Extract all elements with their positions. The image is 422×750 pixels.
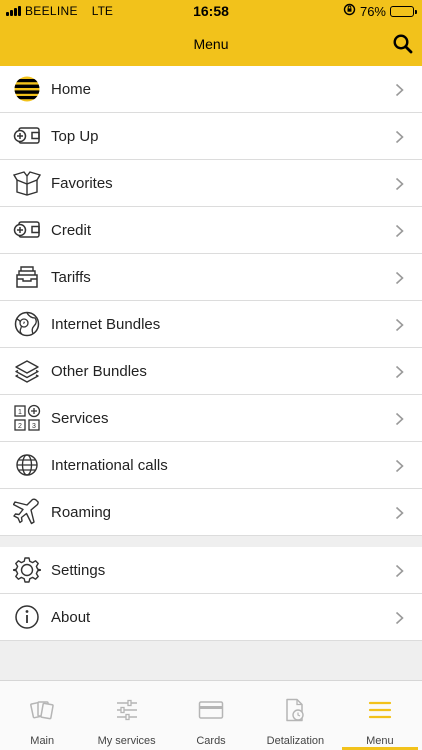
secondary-menu-list: Settings About bbox=[0, 547, 422, 641]
gift-box-icon bbox=[13, 169, 41, 197]
status-bar: BEELINE LTE 16:58 76% bbox=[0, 0, 422, 22]
menu-list: Home Top Up Favorites Credit Tariffs Int bbox=[0, 66, 422, 536]
menu-item-label: Home bbox=[51, 80, 92, 98]
chevron-right-icon bbox=[395, 365, 404, 379]
menu-item-label: Roaming bbox=[51, 503, 112, 521]
tab-label: Detalization bbox=[266, 735, 325, 747]
chevron-right-icon bbox=[395, 130, 404, 144]
chevron-right-icon bbox=[395, 83, 404, 97]
chevron-right-icon bbox=[395, 564, 404, 578]
page-title: Menu bbox=[193, 36, 229, 52]
tab-label: My services bbox=[97, 735, 156, 747]
menu-item-home[interactable]: Home bbox=[0, 66, 422, 113]
airplane-icon bbox=[13, 498, 41, 526]
menu-item-tariffs[interactable]: Tariffs bbox=[0, 254, 422, 301]
svg-text:2: 2 bbox=[18, 423, 22, 430]
menu-item-settings[interactable]: Settings bbox=[0, 547, 422, 594]
chevron-right-icon bbox=[395, 459, 404, 473]
beeline-logo-icon bbox=[13, 75, 41, 103]
search-icon[interactable] bbox=[392, 33, 414, 55]
globe-icon bbox=[13, 451, 41, 479]
wallet-plus-icon bbox=[13, 122, 41, 150]
sliders-icon bbox=[114, 697, 140, 723]
info-icon bbox=[13, 603, 41, 631]
menu-item-internet-bundles[interactable]: Internet Bundles bbox=[0, 301, 422, 348]
menu-item-about[interactable]: About bbox=[0, 594, 422, 641]
document-clock-icon bbox=[282, 697, 308, 723]
globe-network-icon bbox=[13, 310, 41, 338]
wallet-plus-icon bbox=[13, 216, 41, 244]
menu-item-label: Credit bbox=[51, 221, 92, 239]
menu-item-label: Settings bbox=[51, 561, 106, 579]
menu-item-roaming[interactable]: Roaming bbox=[0, 489, 422, 536]
orientation-lock-icon bbox=[343, 3, 356, 19]
services-grid-icon: 1 2 3 bbox=[13, 404, 41, 432]
cards-icon bbox=[29, 697, 55, 723]
svg-text:1: 1 bbox=[18, 409, 22, 416]
menu-item-label: Services bbox=[51, 409, 109, 427]
menu-item-label: Top Up bbox=[51, 127, 99, 145]
status-right: 76% bbox=[343, 3, 417, 19]
battery-icon bbox=[390, 5, 417, 17]
tab-cards[interactable]: Cards bbox=[169, 681, 253, 750]
tab-label: Cards bbox=[196, 735, 226, 747]
menu-item-other-bundles[interactable]: Other Bundles bbox=[0, 348, 422, 395]
menu-item-credit[interactable]: Credit bbox=[0, 207, 422, 254]
chevron-right-icon bbox=[395, 318, 404, 332]
menu-item-label: Other Bundles bbox=[51, 362, 147, 380]
svg-text:3: 3 bbox=[32, 423, 36, 430]
menu-item-label: International calls bbox=[51, 456, 168, 474]
menu-item-favorites[interactable]: Favorites bbox=[0, 160, 422, 207]
menu-item-label: Tariffs bbox=[51, 268, 91, 286]
gear-icon bbox=[13, 556, 41, 584]
menu-item-services[interactable]: 1 2 3 Services bbox=[0, 395, 422, 442]
tab-label: Menu bbox=[366, 735, 394, 747]
credit-card-icon bbox=[198, 697, 224, 723]
chevron-right-icon bbox=[395, 224, 404, 238]
chevron-right-icon bbox=[395, 506, 404, 520]
chevron-right-icon bbox=[395, 412, 404, 426]
tab-bar: Main My services Cards Detalization Menu bbox=[0, 680, 422, 750]
hamburger-icon bbox=[367, 697, 393, 723]
tab-menu[interactable]: Menu bbox=[338, 681, 422, 750]
header: Menu bbox=[0, 22, 422, 66]
tab-detalization[interactable]: Detalization bbox=[253, 681, 337, 750]
tab-my-services[interactable]: My services bbox=[84, 681, 168, 750]
chevron-right-icon bbox=[395, 271, 404, 285]
menu-item-label: About bbox=[51, 608, 91, 626]
chevron-right-icon bbox=[395, 611, 404, 625]
battery-percent: 76% bbox=[359, 3, 386, 19]
tab-main[interactable]: Main bbox=[0, 681, 84, 750]
menu-item-international-calls[interactable]: International calls bbox=[0, 442, 422, 489]
layers-icon bbox=[13, 357, 41, 385]
tab-label: Main bbox=[30, 735, 55, 747]
menu-item-label: Favorites bbox=[51, 174, 113, 192]
menu-item-top-up[interactable]: Top Up bbox=[0, 113, 422, 160]
tray-icon bbox=[13, 263, 41, 291]
menu-item-label: Internet Bundles bbox=[51, 315, 161, 333]
chevron-right-icon bbox=[395, 177, 404, 191]
